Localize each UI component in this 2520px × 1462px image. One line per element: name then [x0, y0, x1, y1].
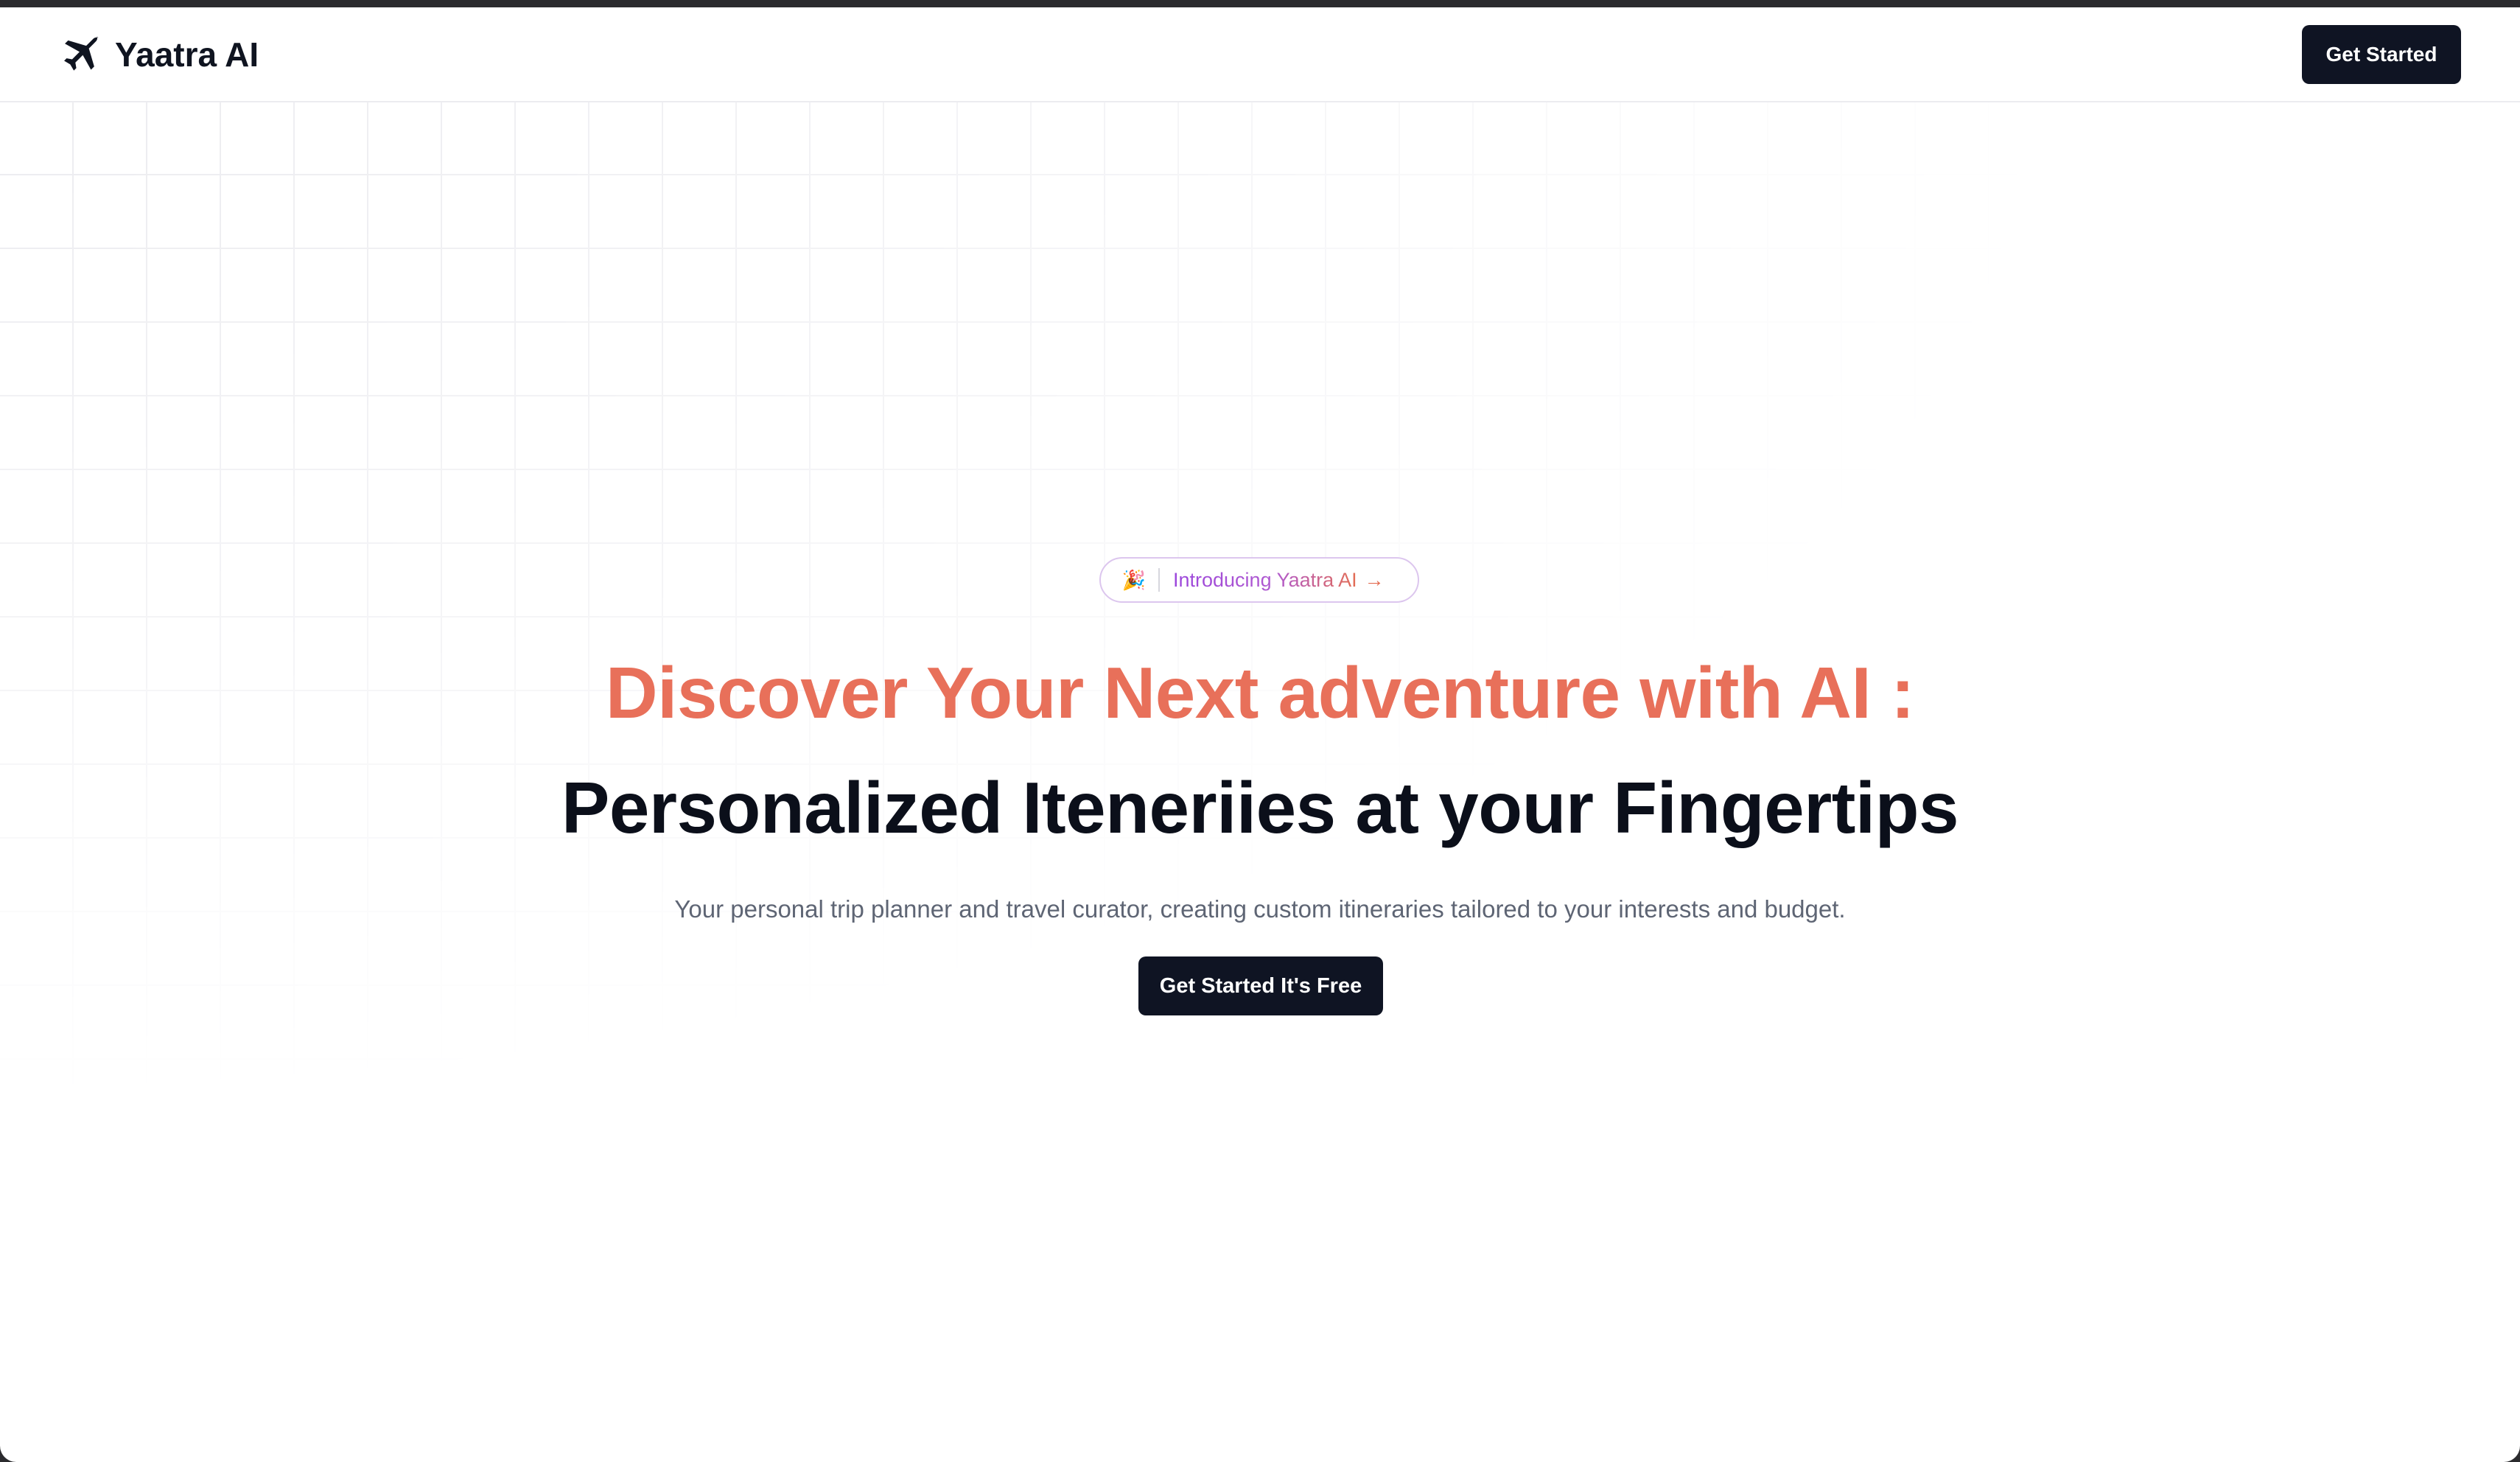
- hero-subtitle: Your personal trip planner and travel cu…: [674, 895, 1846, 923]
- headline-secondary: Personalized Iteneriies at your Fingerti…: [561, 767, 1959, 848]
- arrow-right-icon: →: [1364, 568, 1385, 591]
- headline-primary: Discover Your Next adventure with AI :: [605, 652, 1915, 733]
- logo[interactable]: Yaatra AI: [57, 31, 259, 78]
- intro-badge[interactable]: 🎉 Introducing Yaatra AI →: [1099, 557, 1419, 603]
- badge-divider: [1158, 568, 1160, 592]
- airplane-icon: [57, 32, 103, 77]
- logo-text: Yaatra AI: [115, 35, 259, 74]
- browser-window: Yaatra AI Get Started 🎉 Introducing Yaat…: [0, 7, 2520, 1462]
- get-started-button[interactable]: Get Started: [2302, 25, 2461, 84]
- badge-label: Introducing Yaatra AI: [1173, 568, 1357, 591]
- party-popper-icon: 🎉: [1121, 568, 1147, 591]
- hero-section: 🎉 Introducing Yaatra AI → Discover Your …: [0, 7, 2520, 1462]
- site-header: Yaatra AI Get Started: [0, 7, 2520, 102]
- get-started-free-button[interactable]: Get Started It's Free: [1138, 956, 1383, 1015]
